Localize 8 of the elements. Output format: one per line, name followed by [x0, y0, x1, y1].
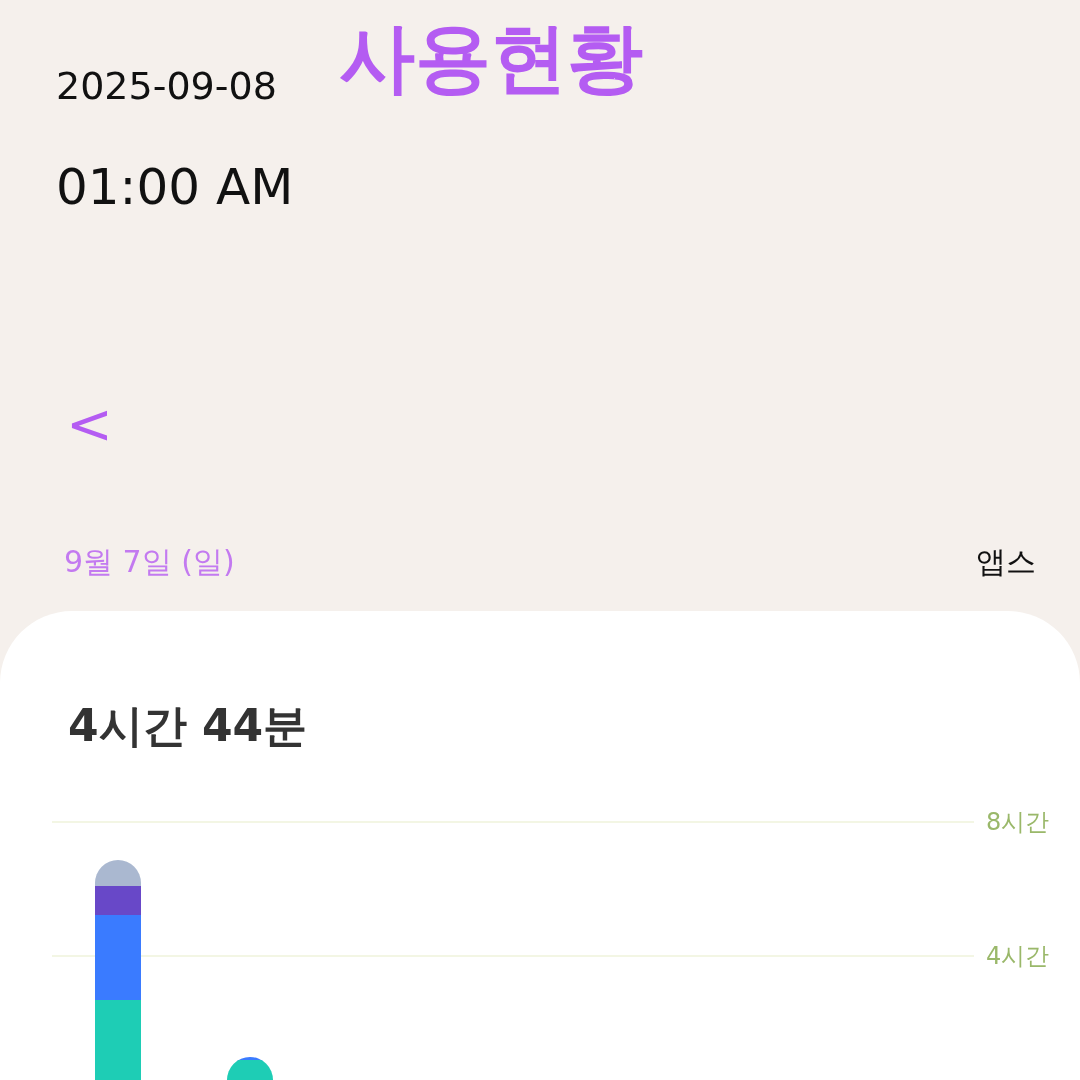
day-label: 9월 7일 (일) — [64, 543, 235, 581]
time-text: 01:00 AM — [55, 158, 295, 216]
axis-label: 4시간 — [986, 941, 1050, 972]
total-usage: 4시간 44분 — [67, 699, 309, 753]
apps-toggle[interactable]: 앱스 — [976, 542, 1036, 583]
page-title: 사용현황 — [338, 12, 643, 104]
date-text: 2025-09-08 — [56, 64, 277, 108]
axis-label: 8시간 — [986, 807, 1050, 838]
